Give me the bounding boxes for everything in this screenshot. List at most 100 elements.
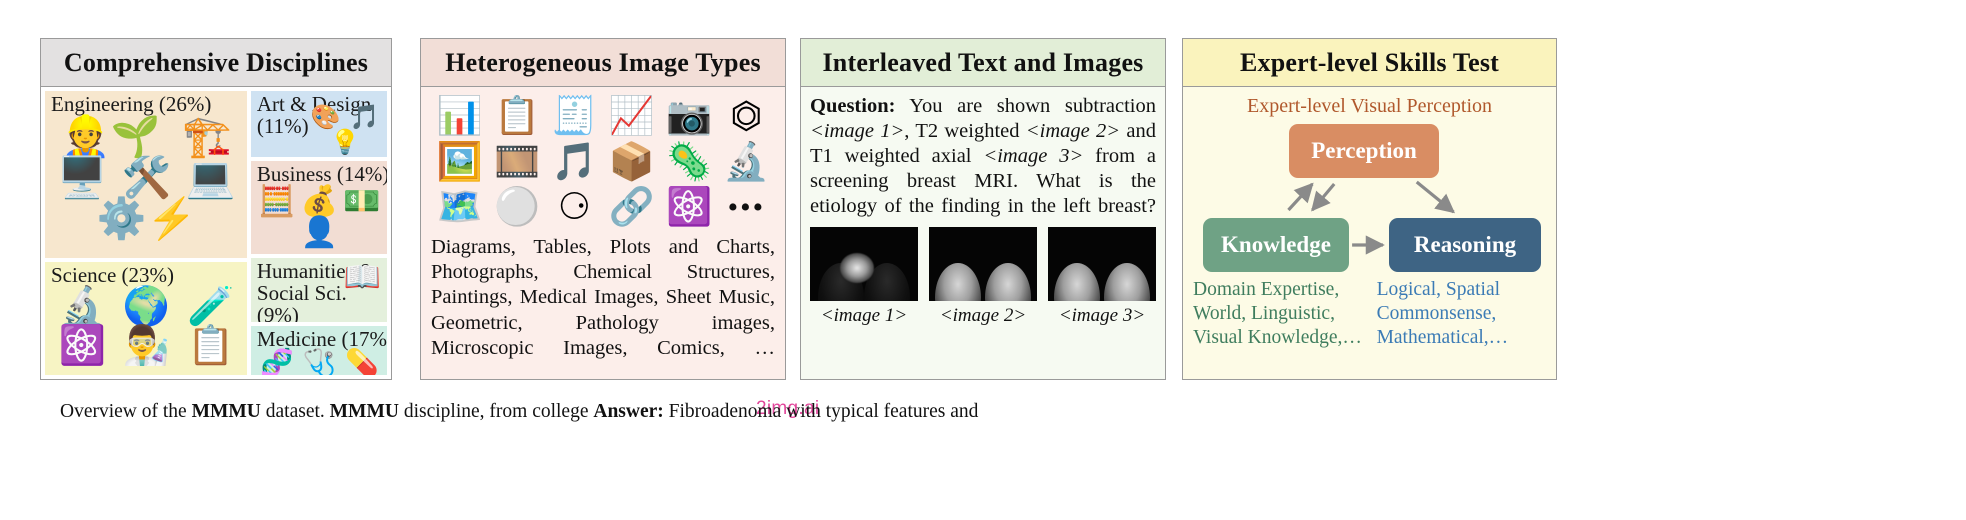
- mri-caption-3: <image 3>: [1058, 305, 1146, 326]
- mri-subtraction-image: [810, 227, 918, 301]
- microchip-icon: 💻: [185, 155, 236, 201]
- medical-kit-icon: 💊: [344, 348, 379, 375]
- discipline-art-design: Art & Design (11%) 🎨 🎵 💡: [250, 91, 387, 158]
- discipline-business-label: Business (14%): [256, 162, 387, 187]
- discipline-science-label: Science (23%): [51, 263, 175, 288]
- discipline-business-icons: 🧮 💰 💵 👤: [257, 187, 382, 248]
- caption-bold-2: MMMU: [329, 401, 399, 422]
- flasks-icon: 🧪: [187, 286, 235, 329]
- skill-box-knowledge: Knowledge: [1203, 218, 1349, 272]
- question-label: Question:: [810, 95, 896, 117]
- figure-caption: Overview of the MMMU dataset. MMMU disci…: [60, 400, 1920, 423]
- panel-expert-level-skills-test: Expert-level Skills Test Expert-level Vi…: [1182, 38, 1557, 380]
- farmer-planting-icon: 👷🌱: [60, 114, 161, 160]
- panel1-title: Comprehensive Disciplines: [41, 39, 391, 87]
- geometric-network-icon: ⚪: [493, 187, 541, 229]
- computer-monitor-icon: 🖥️: [57, 155, 108, 201]
- landscape-painting-icon: 🖼️: [436, 141, 483, 183]
- question-image-ref-3: <image 3>: [983, 145, 1084, 167]
- stethoscope-icon: 🩺: [302, 348, 337, 375]
- skill-box-reasoning: Reasoning: [1389, 218, 1541, 272]
- knowledge-skill-list: Domain Expertise, World, Linguistic, Vis…: [1193, 279, 1362, 348]
- discipline-column-left: Engineering (26%) 👷🌱 🏗️ 🖥️ 🛠️ 💻 ⚙️⚡ Scie…: [45, 91, 247, 375]
- money-sack-icon: 💵: [343, 185, 381, 219]
- mri-caption-2: <image 2>: [939, 305, 1027, 326]
- microscope-icon: 🔬: [723, 141, 770, 183]
- caption-bold-1: MMMU: [191, 401, 261, 422]
- panel3-body: Question: You are shown subtraction <ima…: [801, 87, 1165, 379]
- panel-interleaved-text-and-images: Interleaved Text and Images Question: Yo…: [800, 38, 1166, 380]
- image-type-icon-grid: 📊 📋 🧾 📈 📷 ⏣ 🖼️ 🎞️ 🎵 📦 🦠 🔬 🗺️ ⚪ ⚆ 🔗 ⚛️ ••…: [431, 95, 775, 230]
- question-image-ref-2: <image 2>: [1025, 120, 1121, 142]
- customer-analytics-icon: 👤: [300, 216, 339, 250]
- discipline-business: Business (14%) 🧮 💰 💵 👤: [250, 161, 387, 254]
- mri-cell-1: <image 1>: [810, 227, 918, 327]
- panel2-title: Heterogeneous Image Types: [421, 39, 785, 87]
- discipline-engineering: Engineering (26%) 👷🌱 🏗️ 🖥️ 🛠️ 💻 ⚙️⚡: [45, 91, 247, 259]
- dna-icon: 🧬: [260, 348, 294, 375]
- discipline-science-icons: 🔬 🌍 🧪 ⚛️ 👨‍🔬 📋: [51, 288, 242, 365]
- globe-earth-icon: 🌍: [122, 286, 171, 329]
- 3d-geometry-icon: 📦: [608, 141, 655, 183]
- civil-engineer-icon: 🛠️: [121, 155, 172, 201]
- mri-cell-3: <image 3>: [1048, 227, 1156, 327]
- skills-diagram: Perception Knowledge Reasoning: [1193, 122, 1546, 272]
- mri-t2-weighted-image: [929, 227, 1037, 301]
- venn-diagram-icon: ⚆: [557, 187, 591, 229]
- panel-heterogeneous-image-types: Heterogeneous Image Types 📊 📋 🧾 📈 📷 ⏣ 🖼️…: [420, 38, 786, 380]
- discipline-column-right: Art & Design (11%) 🎨 🎵 💡 Business (14%) …: [250, 91, 387, 375]
- discipline-medicine-label: Medicine (17%): [256, 326, 387, 351]
- discipline-engineering-icons: 👷🌱 🏗️ 🖥️ 🛠️ 💻 ⚙️⚡: [51, 117, 242, 239]
- report-calculator-icon: 🧮: [258, 185, 296, 219]
- plant-microscope-icon: 🔬: [58, 286, 106, 329]
- mri-t1-weighted-axial-image: [1048, 227, 1156, 301]
- discipline-medicine-icons: 🧬 🩺 💊 👩‍⚕️: [257, 350, 382, 375]
- discipline-engineering-label: Engineering (26%): [51, 92, 212, 116]
- question-image-ref-1: <image 1>: [810, 120, 905, 142]
- chemical-structure-icon: ⏣: [730, 96, 763, 137]
- caption-bold-3: Answer:: [593, 401, 664, 422]
- panel1-body: Engineering (26%) 👷🌱 🏗️ 🖥️ 🛠️ 💻 ⚙️⚡ Scie…: [41, 87, 391, 379]
- panel4-body: Expert-level Visual Perception Perceptio…: [1183, 87, 1556, 379]
- question-part-0: You are shown subtraction: [895, 95, 1156, 117]
- camera-icon: 📷: [665, 96, 713, 137]
- caption-mid-2: discipline, from college: [398, 401, 594, 422]
- question-text: Question: You are shown subtraction <ima…: [810, 94, 1156, 219]
- xray-film-icon: 🎞️: [493, 141, 541, 183]
- open-book-icon: 📖: [343, 260, 381, 294]
- arrow-knowledge-to-perception: [1287, 182, 1314, 212]
- caption-prefix: Overview of the: [60, 401, 192, 422]
- music-notes-icon: 🎵: [349, 105, 380, 132]
- figure-root: Comprehensive Disciplines Engineering (2…: [0, 0, 1966, 520]
- org-chart-icon: 📊: [436, 96, 483, 137]
- sheet-music-icon: 🎵: [551, 141, 598, 183]
- atom-icon: ⚛️: [58, 325, 106, 368]
- scientist-icon: 👨‍🔬: [122, 325, 171, 368]
- caption-suffix: Fibroadenoma with typical features and: [663, 401, 979, 422]
- clipboard-report-icon: 📋: [187, 325, 235, 368]
- paint-palette-icon: 🎨: [310, 105, 341, 132]
- mri-caption-1: <image 1>: [820, 305, 908, 326]
- money-bag-chart-icon: 💰: [300, 185, 339, 219]
- panel4-title: Expert-level Skills Test: [1183, 39, 1556, 87]
- image-type-list-text: Diagrams, Tables, Plots and Charts, Phot…: [431, 235, 775, 359]
- skills-footer: Domain Expertise, World, Linguistic, Vis…: [1193, 278, 1546, 349]
- molecule-icon: ⚛️: [665, 187, 713, 229]
- spreadsheet-table-icon: 📋: [493, 96, 541, 137]
- gears-power-icon: ⚙️⚡: [96, 196, 197, 242]
- question-part-2: , T2 weighted: [904, 120, 1026, 142]
- oil-barrels-icon: 🏗️: [182, 114, 233, 160]
- discipline-art-design-icons: 🎨 🎵 💡: [307, 106, 383, 155]
- financial-document-icon: 🧾: [551, 96, 598, 137]
- panel-comprehensive-disciplines: Comprehensive Disciplines Engineering (2…: [40, 38, 392, 380]
- lightbulb-idea-icon: 💡: [330, 130, 360, 157]
- mri-cell-2: <image 2>: [929, 227, 1037, 327]
- microbe-icon: 🦠: [665, 141, 713, 183]
- arrow-perception-to-reasoning: [1415, 180, 1456, 214]
- ellipsis-icon: •••: [727, 191, 766, 225]
- caption-mid-1: dataset.: [260, 401, 330, 422]
- discipline-humanities: Humanities & Social Sci. (9%) 📖: [250, 257, 387, 322]
- mri-image-row: <image 1> <image 2> <image 3>: [810, 227, 1156, 327]
- arrow-perception-to-knowledge: [1311, 182, 1336, 212]
- bar-chart-icon: 📈: [608, 96, 655, 137]
